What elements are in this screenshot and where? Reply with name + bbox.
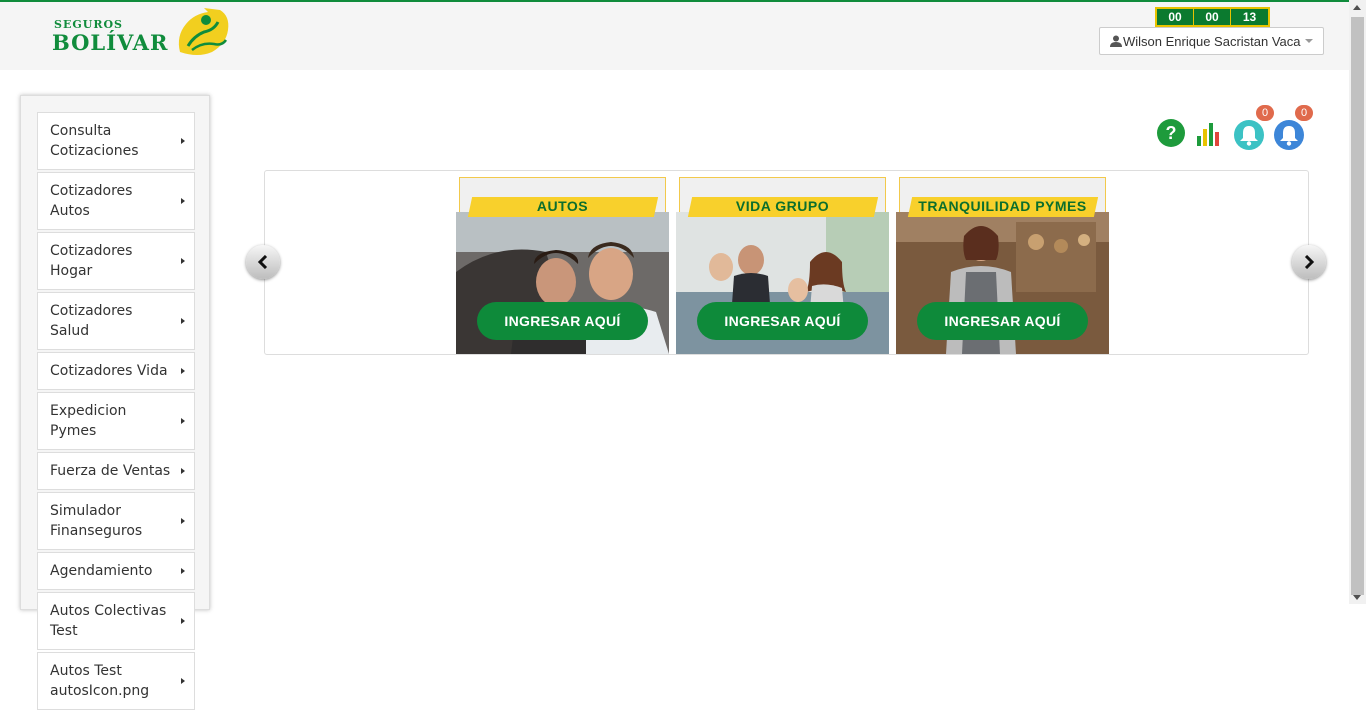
- sidebar-item-label: Agendamiento: [50, 563, 153, 579]
- help-icon[interactable]: ?: [1156, 118, 1186, 148]
- chevron-down-icon: [1304, 39, 1313, 43]
- caret-right-icon: [181, 618, 185, 624]
- user-name: Wilson Enrique Sacristan Vaca: [1123, 33, 1301, 49]
- bell-messages-icon[interactable]: [1273, 119, 1305, 151]
- sidebar-menu: Consulta Cotizaciones Cotizadores Autos …: [37, 112, 195, 712]
- scroll-up-icon[interactable]: [1353, 5, 1361, 10]
- sidebar-item-cotizadores-vida[interactable]: Cotizadores Vida: [37, 352, 195, 390]
- page-scrollbar[interactable]: [1349, 0, 1366, 604]
- user-icon: [1110, 35, 1122, 47]
- scrollbar-thumb[interactable]: [1351, 17, 1364, 595]
- caret-right-icon: [181, 258, 185, 264]
- caret-right-icon: [181, 518, 185, 524]
- timer-hours: 00: [1157, 9, 1194, 25]
- caret-right-icon: [181, 678, 185, 684]
- scroll-down-icon[interactable]: [1353, 595, 1361, 600]
- sidebar-item-label: Fuerza de Ventas: [50, 463, 171, 479]
- sidebar-item-label: Autos Colectivas Test: [50, 603, 167, 639]
- caret-right-icon: [181, 138, 185, 144]
- timer-seconds: 13: [1242, 10, 1257, 24]
- card-title: TRANQUILIDAD PYMES: [918, 198, 1087, 214]
- sidebar-item-fuerza-de-ventas[interactable]: Fuerza de Ventas: [37, 452, 195, 490]
- caret-right-icon: [181, 318, 185, 324]
- brand-emblem-icon: [178, 8, 229, 55]
- sidebar-item-agendamiento[interactable]: Agendamiento: [37, 552, 195, 590]
- sidebar-item-cotizadores-autos[interactable]: Cotizadores Autos: [37, 172, 195, 230]
- sidebar: Consulta Cotizaciones Cotizadores Autos …: [20, 95, 210, 710]
- sidebar-item-cotizadores-salud[interactable]: Cotizadores Salud: [37, 292, 195, 350]
- caret-right-icon: [181, 418, 185, 424]
- caret-right-icon: [181, 568, 185, 574]
- carousel-prev-button[interactable]: [246, 245, 280, 279]
- sidebar-item-label: Expedicion Pymes: [50, 403, 127, 439]
- sidebar-item-label: Simulador Finanseguros: [50, 503, 143, 539]
- caret-right-icon: [181, 468, 185, 474]
- card-title: AUTOS: [536, 198, 589, 214]
- sidebar-item-expedicion-pymes[interactable]: Expedicion Pymes: [37, 392, 195, 450]
- sidebar-item-label: Cotizadores Salud: [50, 303, 133, 339]
- carousel-next-button[interactable]: [1292, 245, 1326, 279]
- chevron-left-icon: [257, 255, 268, 269]
- toolbar-icons: ? 0 0: [1156, 104, 1316, 154]
- sidebar-item-autos-test[interactable]: Autos Test autosIcon.png: [37, 652, 195, 710]
- ingresar-aqui-button[interactable]: INGRESAR AQUÍ: [477, 302, 648, 340]
- sidebar-item-cotizadores-hogar[interactable]: Cotizadores Hogar: [37, 232, 195, 290]
- sidebar-item-label: Autos Test autosIcon.png: [50, 663, 150, 699]
- ingresar-aqui-button[interactable]: INGRESAR AQUÍ: [697, 302, 868, 340]
- sidebar-item-simulador-finanseguros[interactable]: Simulador Finanseguros: [37, 492, 195, 550]
- sidebar-item-label: Consulta Cotizaciones: [50, 123, 139, 159]
- card-vida-grupo[interactable]: VIDA GRUPO INGRESAR AQUÍ: [676, 176, 889, 354]
- caret-right-icon: [181, 198, 185, 204]
- messages-count-badge: 0: [1295, 105, 1313, 121]
- sidebar-item-label: Cotizadores Autos: [50, 183, 133, 219]
- timer-minutes: 00: [1194, 9, 1231, 25]
- bell-alerts-icon[interactable]: [1233, 119, 1265, 151]
- sidebar-item-label: Cotizadores Vida: [50, 363, 168, 379]
- sidebar-item-label: Cotizadores Hogar: [50, 243, 133, 279]
- alerts-count-badge: 0: [1256, 105, 1274, 121]
- caret-right-icon: [181, 368, 185, 374]
- header: SEGUROS BOLÍVAR 00 00 13 Wilson Enrique …: [0, 2, 1349, 70]
- svg-text:?: ?: [1166, 123, 1177, 143]
- session-timer: 00 00 13: [1155, 7, 1270, 27]
- user-menu-button[interactable]: Wilson Enrique Sacristan Vaca: [1099, 27, 1324, 55]
- card-autos[interactable]: AUTOS INGRESAR AQUÍ: [456, 176, 669, 354]
- card-tranquilidad-pymes[interactable]: TRANQUILIDAD PYMES INGRESAR AQUÍ: [896, 176, 1109, 354]
- brand-name: BOLÍVAR: [52, 30, 169, 55]
- sidebar-item-consulta-cotizaciones[interactable]: Consulta Cotizaciones: [37, 112, 195, 170]
- chart-icon[interactable]: [1195, 120, 1223, 148]
- card-title: VIDA GRUPO: [735, 198, 830, 214]
- chevron-right-icon: [1304, 255, 1315, 269]
- sidebar-item-autos-colectivas-test[interactable]: Autos Colectivas Test: [37, 592, 195, 650]
- ingresar-aqui-button[interactable]: INGRESAR AQUÍ: [917, 302, 1088, 340]
- brand-logo[interactable]: SEGUROS BOLÍVAR: [52, 6, 232, 58]
